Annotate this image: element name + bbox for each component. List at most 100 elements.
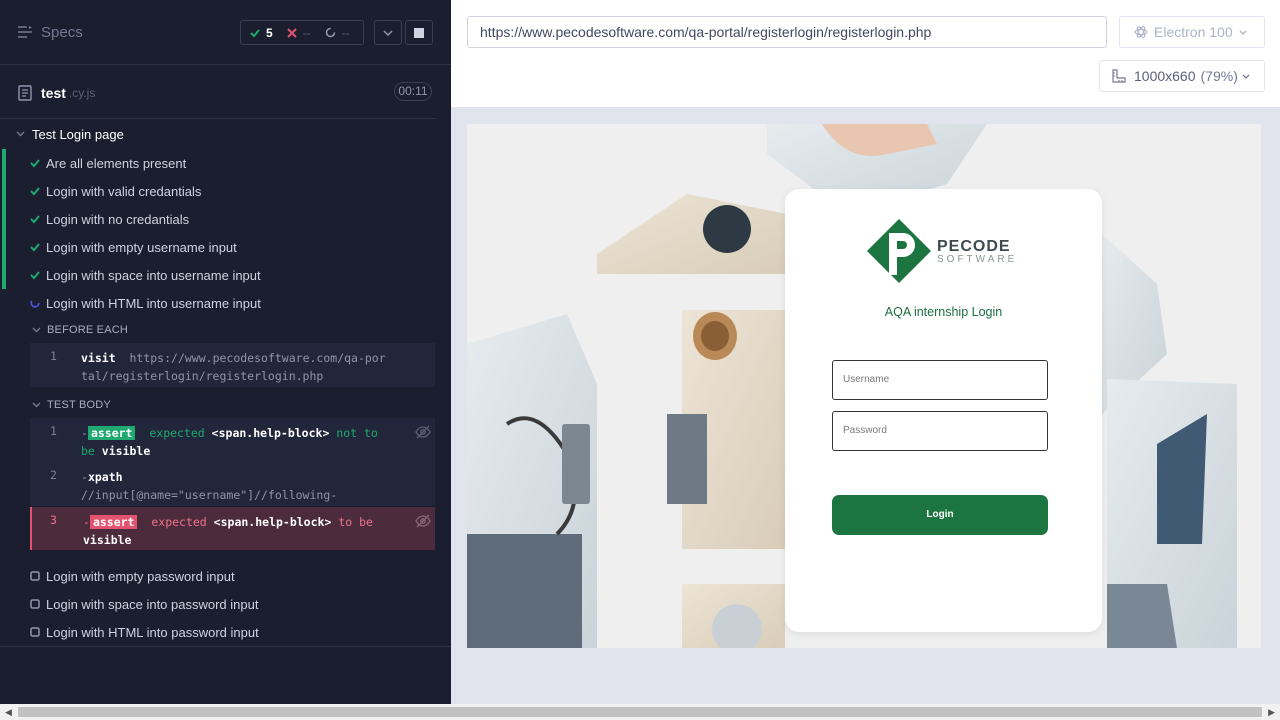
command-row-failed[interactable]: 3 - assert expected <span.help-block> to …: [30, 507, 435, 550]
viewport-size: 1000x660: [1134, 68, 1196, 84]
command-row[interactable]: 1 - assert expected <span.help-block> not…: [30, 418, 435, 462]
url-bar[interactable]: https://www.pecodesoftware.com/qa-portal…: [467, 16, 1107, 48]
chevron-down-icon: [16, 131, 25, 137]
passed-count: 5: [266, 25, 273, 40]
test-label: Login with HTML into password input: [46, 624, 259, 640]
test-item-running[interactable]: Login with HTML into username input: [0, 289, 436, 317]
test-label: Login with empty username input: [46, 239, 237, 255]
command-body: - assert expected <span.help-block> not t…: [81, 424, 391, 460]
test-body-header[interactable]: TEST BODY: [32, 397, 111, 413]
command-name: visit: [81, 351, 116, 365]
assert-end: visible: [101, 444, 151, 458]
assert-end: visible: [83, 533, 132, 547]
command-body: visit https://www.pecodesoftware.com/qa-…: [81, 349, 391, 385]
command-name: assert: [89, 515, 138, 529]
pending-stat: --: [325, 26, 350, 40]
test-label: Login with space into username input: [46, 267, 261, 283]
viewport-selector[interactable]: 1000x660 (79%): [1099, 60, 1265, 92]
command-name: xpath: [87, 470, 123, 484]
chevron-down-icon: [1239, 30, 1247, 35]
assert-element: <span.help-block>: [211, 426, 330, 440]
test-item-pending[interactable]: Login with empty password input: [0, 562, 436, 590]
test-label: Are all elements present: [46, 155, 187, 171]
test-item-pending[interactable]: Login with space into password input: [0, 590, 436, 618]
pecode-logo-icon: [867, 219, 931, 283]
username-input[interactable]: Username: [832, 360, 1048, 400]
command-dash: -: [81, 470, 88, 484]
document-icon: [18, 85, 32, 101]
aut-iframe: PECODE SOFTWARE AQA internship Login Use…: [467, 124, 1261, 648]
eye-slash-icon[interactable]: [415, 425, 431, 442]
stop-icon: [414, 27, 424, 38]
assert-element: <span.help-block>: [213, 515, 332, 529]
aut-header: https://www.pecodesoftware.com/qa-portal…: [451, 0, 1280, 107]
pecode-logo: PECODE SOFTWARE: [867, 219, 1017, 283]
test-item[interactable]: Login with valid credantials: [0, 177, 436, 205]
check-icon: [30, 243, 40, 252]
test-item[interactable]: Login with no credantials: [0, 205, 436, 233]
failed-count: --: [302, 25, 311, 40]
test-stats: 5 -- --: [240, 20, 364, 45]
stop-button[interactable]: [405, 20, 433, 45]
scroll-right-icon[interactable]: ▶: [1268, 707, 1275, 718]
expand-toggle-button[interactable]: [374, 20, 402, 45]
browser-label: Electron 100: [1154, 24, 1233, 40]
reporter-panel: Specs 5 -- -- test .cy.js 00:11 Test Log…: [0, 0, 451, 704]
horizontal-scrollbar[interactable]: ◀ ▶: [0, 704, 1280, 720]
specs-label[interactable]: Specs: [41, 24, 83, 41]
divider: [0, 646, 451, 647]
spec-file-name: test: [41, 85, 66, 101]
run-duration: 00:11: [394, 82, 432, 101]
check-icon: [250, 28, 260, 37]
command-number: 1: [50, 424, 57, 438]
check-icon: [30, 159, 40, 168]
test-label: Login with space into password input: [46, 596, 259, 612]
ruler-icon: [1112, 69, 1126, 83]
section-label: BEFORE EACH: [47, 324, 129, 336]
suite-label: Test Login page: [32, 126, 124, 142]
test-item[interactable]: Login with space into username input: [0, 261, 436, 289]
spec-file-ext: .cy.js: [68, 86, 96, 100]
pending-count: --: [341, 25, 350, 40]
command-dash: -: [81, 426, 88, 440]
logo-main: PECODE: [937, 237, 1011, 255]
command-row[interactable]: 1 visit https://www.pecodesoftware.com/q…: [30, 343, 435, 387]
chevron-down-icon: [383, 29, 393, 36]
divider: [0, 118, 436, 119]
specs-menu-icon[interactable]: [17, 25, 33, 39]
check-icon: [30, 215, 40, 224]
eye-slash-icon[interactable]: [415, 514, 431, 531]
test-label: Login with no credantials: [46, 211, 190, 227]
command-number: 1: [50, 349, 57, 363]
login-button[interactable]: Login: [832, 495, 1048, 535]
browser-selector[interactable]: Electron 100: [1119, 16, 1265, 48]
command-arg: https://www.pecodesoftware.com/qa-portal…: [81, 351, 386, 383]
scroll-left-icon[interactable]: ◀: [5, 707, 12, 718]
test-label: Login with valid credantials: [46, 183, 202, 199]
check-icon: [30, 187, 40, 196]
test-item[interactable]: Are all elements present: [0, 149, 436, 177]
spinner-icon: [30, 298, 40, 308]
test-item[interactable]: Login with empty username input: [0, 233, 436, 261]
command-body: - assert expected <span.help-block> to be…: [83, 513, 393, 549]
spec-file-row[interactable]: test .cy.js 00:11: [0, 76, 451, 110]
suite-title[interactable]: Test Login page: [16, 124, 124, 144]
test-label: Login with HTML into username input: [46, 295, 261, 311]
command-number: 3: [50, 513, 57, 527]
spinner-icon: [325, 27, 335, 38]
chevron-down-icon: [32, 402, 41, 408]
scrollbar-thumb[interactable]: [18, 707, 1262, 717]
square-icon: [30, 599, 40, 609]
test-item-pending[interactable]: Login with HTML into password input: [0, 618, 436, 646]
logo-text: PECODE SOFTWARE: [937, 238, 1017, 265]
before-each-header[interactable]: BEFORE EACH: [32, 322, 128, 338]
section-label: TEST BODY: [47, 399, 111, 411]
command-row[interactable]: 2 -xpath //input[@name="username"]//foll…: [30, 462, 435, 520]
x-icon: [286, 27, 297, 38]
password-input[interactable]: Password: [832, 411, 1048, 451]
assert-expected: expected: [149, 426, 205, 440]
passed-stat: 5: [250, 26, 273, 40]
test-label: Login with empty password input: [46, 568, 235, 584]
logo-sub: SOFTWARE: [937, 253, 1018, 265]
failed-stat: --: [286, 25, 311, 40]
